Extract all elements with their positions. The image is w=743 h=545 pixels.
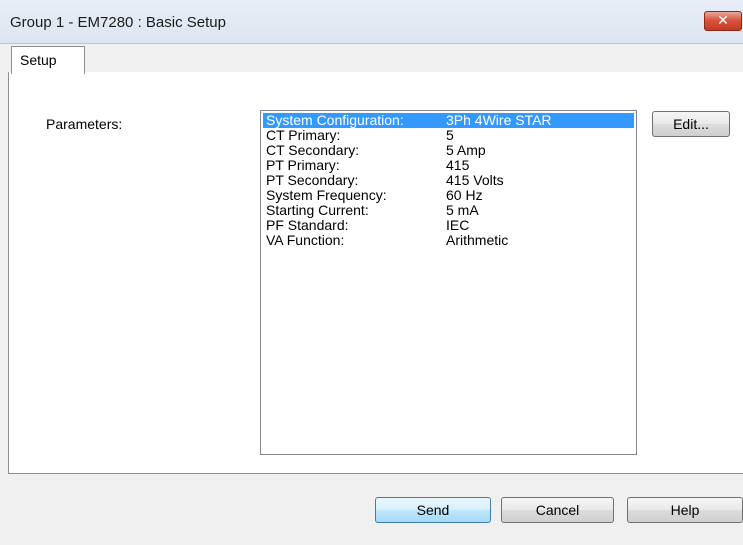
parameter-value: 415 Volts (446, 172, 504, 188)
parameter-name: System Configuration: (266, 112, 404, 128)
send-button[interactable]: Send (375, 497, 491, 523)
parameter-value: IEC (446, 217, 470, 233)
title-bar[interactable]: Group 1 - EM7280 : Basic Setup ✕ (0, 0, 743, 44)
tab-setup[interactable]: Setup (11, 46, 85, 74)
parameters-label: Parameters: (46, 116, 123, 132)
parameter-value: 3Ph 4Wire STAR (446, 112, 552, 128)
parameter-name: CT Secondary: (266, 142, 360, 158)
parameter-name: System Frequency: (266, 187, 387, 203)
parameter-value: 415 (446, 157, 470, 173)
parameters-listbox[interactable]: System Configuration: 3Ph 4Wire STAR CT … (260, 110, 637, 455)
parameter-name: PT Secondary: (266, 172, 359, 188)
parameter-value: 5 Amp (446, 142, 486, 158)
basic-setup-dialog: Group 1 - EM7280 : Basic Setup ✕ Setup P… (0, 0, 743, 545)
parameter-name: VA Function: (266, 232, 345, 248)
help-button[interactable]: Help (627, 497, 743, 523)
list-item[interactable]: PT Primary: 415 (263, 158, 634, 173)
window-title: Group 1 - EM7280 : Basic Setup (10, 14, 226, 31)
list-item[interactable]: PF Standard: IEC (263, 218, 634, 233)
list-item[interactable]: Starting Current: 5 mA (263, 203, 634, 218)
parameter-value: Arithmetic (446, 232, 509, 248)
list-item[interactable]: CT Secondary: 5 Amp (263, 143, 634, 158)
cancel-button[interactable]: Cancel (501, 497, 614, 523)
tab-strip (8, 43, 743, 73)
parameter-name: PT Primary: (266, 157, 340, 173)
parameter-name: CT Primary: (266, 127, 341, 143)
parameter-name: PF Standard: (266, 217, 349, 233)
list-item[interactable]: System Frequency: 60 Hz (263, 188, 634, 203)
list-item[interactable]: System Configuration: 3Ph 4Wire STAR (263, 113, 634, 128)
close-button[interactable]: ✕ (704, 11, 742, 31)
parameter-value: 5 mA (446, 202, 479, 218)
list-item[interactable]: PT Secondary: 415 Volts (263, 173, 634, 188)
parameter-name: Starting Current: (266, 202, 369, 218)
close-icon: ✕ (717, 13, 729, 29)
edit-button[interactable]: Edit... (652, 111, 730, 137)
parameter-value: 60 Hz (446, 187, 483, 203)
parameter-value: 5 (446, 127, 454, 143)
list-item[interactable]: VA Function: Arithmetic (263, 233, 634, 248)
list-item[interactable]: CT Primary: 5 (263, 128, 634, 143)
